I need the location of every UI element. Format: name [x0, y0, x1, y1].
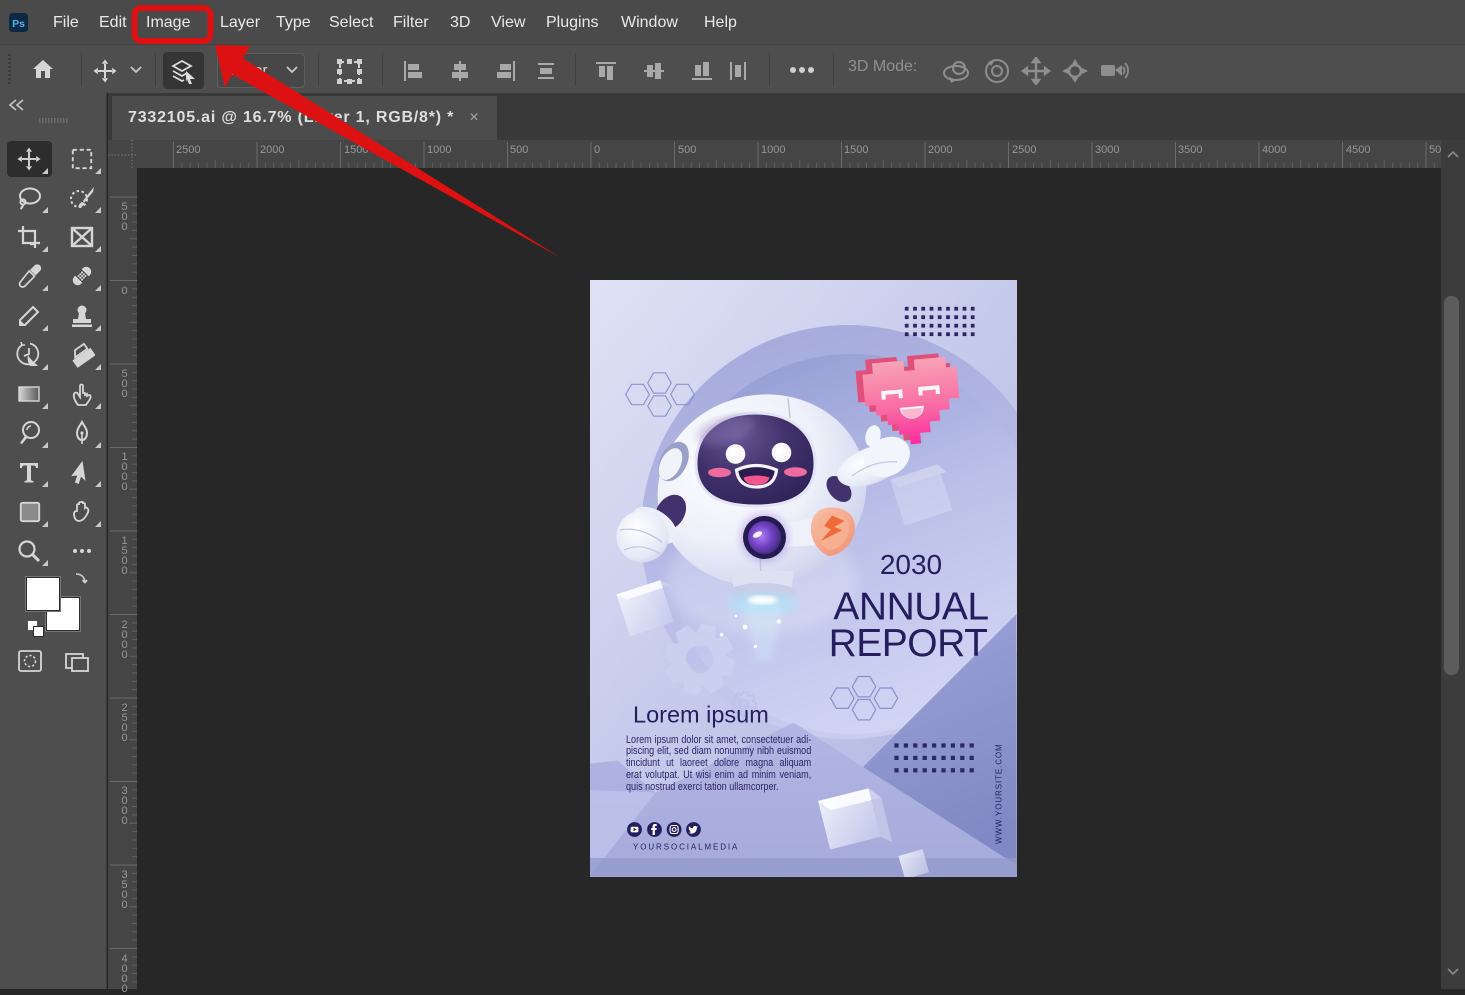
svg-text:YOURSOCIALMEDIA: YOURSOCIALMEDIA: [633, 843, 739, 852]
svg-text:2030: 2030: [880, 549, 942, 580]
svg-text:WWW.YOURSITE.COM: WWW.YOURSITE.COM: [995, 743, 1004, 844]
svg-text:REPORT: REPORT: [829, 622, 988, 665]
svg-text:Ps: Ps: [12, 18, 25, 30]
svg-text:Lorem ipsum: Lorem ipsum: [633, 702, 769, 728]
